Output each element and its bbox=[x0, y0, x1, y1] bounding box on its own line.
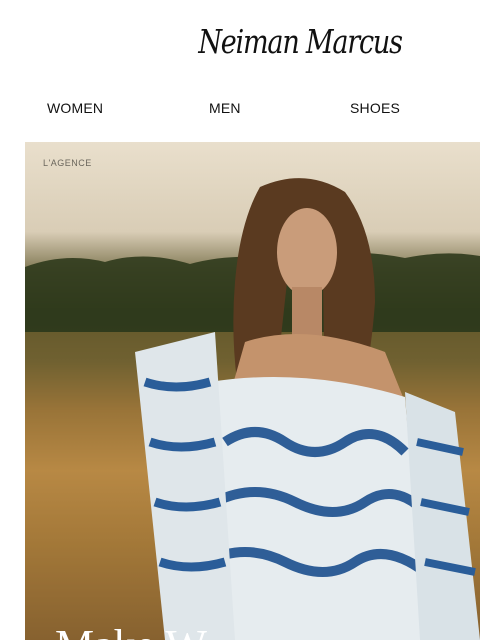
hero-photo bbox=[25, 178, 480, 640]
brand-tag: L'AGENCE bbox=[43, 158, 92, 168]
hero-headline: Make W bbox=[55, 620, 207, 640]
hero-banner[interactable]: L'AGENCE Make W bbox=[25, 142, 480, 640]
neiman-marcus-logo[interactable]: Neiman Marcus bbox=[0, 22, 480, 86]
nav-men[interactable]: MEN bbox=[209, 100, 241, 116]
main-nav: WOMEN MEN SHOES bbox=[0, 100, 480, 124]
nav-women[interactable]: WOMEN bbox=[47, 100, 103, 116]
logo-text: Neiman Marcus bbox=[198, 22, 403, 61]
nav-shoes[interactable]: SHOES bbox=[350, 100, 400, 116]
